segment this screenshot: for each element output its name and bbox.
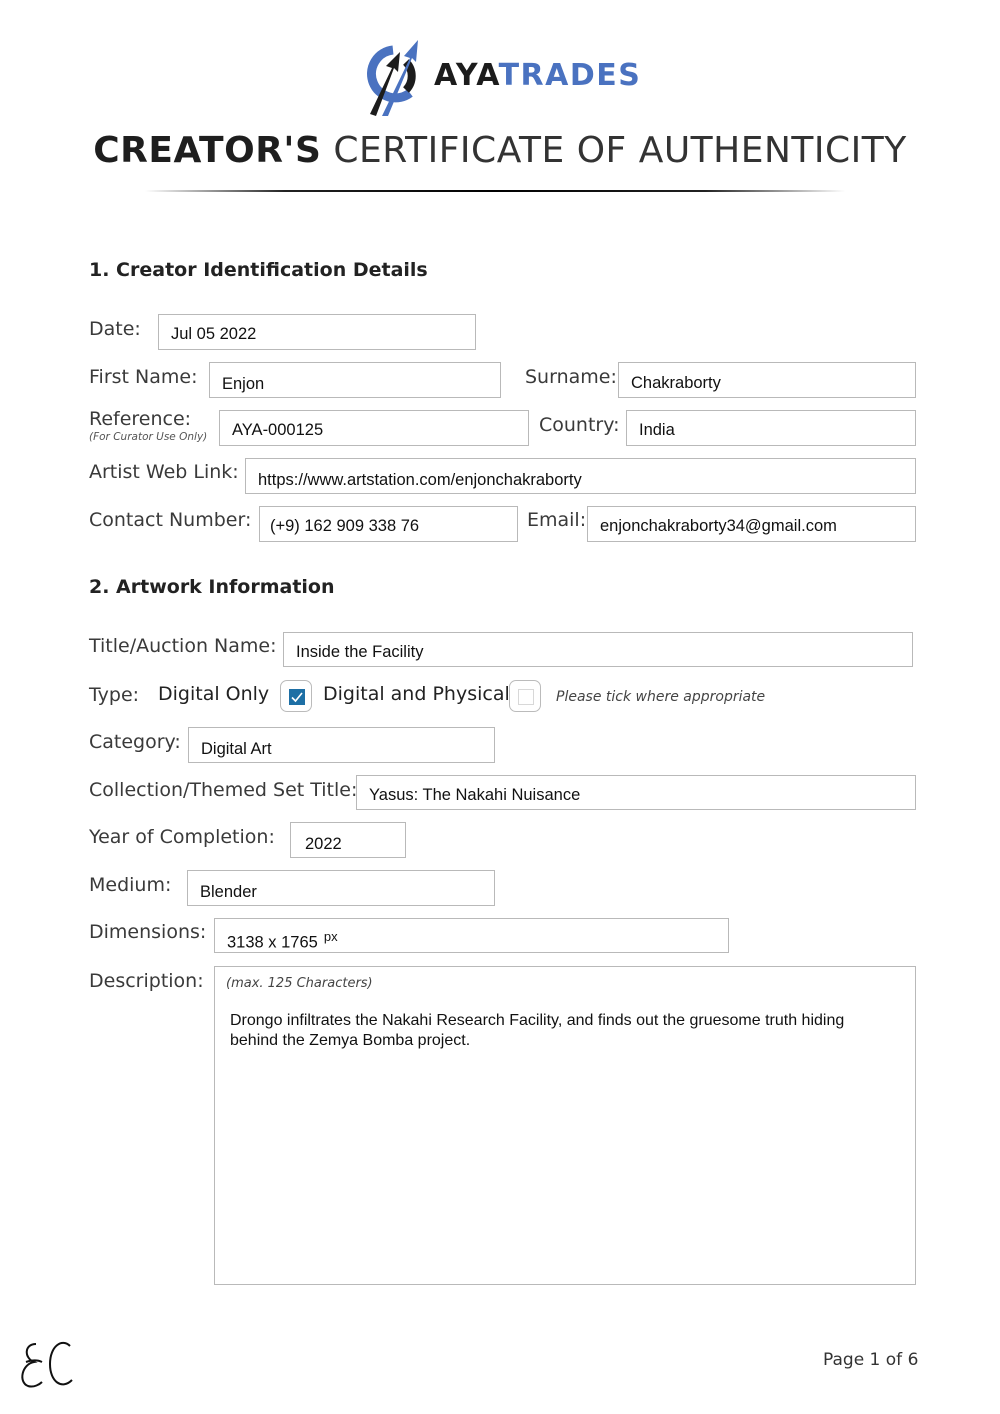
signature xyxy=(16,1338,78,1398)
title-label: Title/Auction Name: xyxy=(89,635,277,657)
medium-label: Medium: xyxy=(89,874,172,896)
checkmark-icon xyxy=(291,692,303,703)
type-option-digital-only-label: Digital Only xyxy=(158,683,270,705)
category-label: Category: xyxy=(89,731,181,753)
digital-only-checkbox[interactable] xyxy=(280,680,312,712)
year-field[interactable]: 2022 xyxy=(290,822,406,858)
title-field[interactable]: Inside the Facility xyxy=(283,632,913,667)
section-heading-artwork: 2. Artwork Information xyxy=(89,576,335,598)
brand-name: AYATRADES xyxy=(434,58,641,93)
contact-number-field[interactable]: (+9) 162 909 338 76 xyxy=(259,506,518,542)
web-link-field[interactable]: https://www.artstation.com/enjonchakrabo… xyxy=(245,458,916,494)
description-label: Description: xyxy=(89,970,204,992)
type-option-digital-physical-label: Digital and Physical xyxy=(323,683,510,705)
first-name-label: First Name: xyxy=(89,366,198,388)
dimensions-value: 3138 x 1765 xyxy=(227,933,318,952)
page-title-bold: CREATOR'S xyxy=(93,130,322,171)
surname-field[interactable]: Chakraborty xyxy=(618,362,916,398)
type-label: Type: xyxy=(89,684,140,706)
dimensions-field[interactable]: 3138 x 1765 px xyxy=(214,918,729,953)
description-text: Drongo infiltrates the Nakahi Research F… xyxy=(230,1012,845,1049)
checkbox-fill xyxy=(518,689,534,705)
year-label: Year of Completion: xyxy=(89,826,275,848)
page-title-light: CERTIFICATE OF AUTHENTICITY xyxy=(333,130,907,171)
first-name-field[interactable]: Enjon xyxy=(209,362,501,398)
collection-label: Collection/Themed Set Title: xyxy=(89,779,358,801)
dimensions-label: Dimensions: xyxy=(89,921,207,943)
medium-field[interactable]: Blender xyxy=(187,870,495,906)
date-field[interactable]: Jul 05 2022 xyxy=(158,314,476,350)
dimensions-unit: px xyxy=(323,929,338,944)
brand-logo: AYATRADES xyxy=(362,38,642,118)
country-label: Country: xyxy=(539,414,620,436)
email-label: Email: xyxy=(527,509,587,531)
description-field[interactable]: (max. 125 Characters) Drongo infiltrates… xyxy=(214,966,916,1285)
brand-name-part2: TRADES xyxy=(498,58,642,93)
country-field[interactable]: India xyxy=(626,410,916,446)
section-heading-creator: 1. Creator Identification Details xyxy=(89,259,428,281)
reference-field[interactable]: AYA-000125 xyxy=(219,410,529,446)
brand-name-part1: AYA xyxy=(434,58,499,93)
contact-number-label: Contact Number: xyxy=(89,509,252,531)
page-title: CREATOR'S CERTIFICATE OF AUTHENTICITY xyxy=(0,130,1000,171)
reference-sublabel: (For Curator Use Only) xyxy=(89,431,208,443)
collection-field[interactable]: Yasus: The Nakahi Nuisance xyxy=(356,775,916,810)
page-number: Page 1 of 6 xyxy=(823,1350,919,1370)
web-link-label: Artist Web Link: xyxy=(89,461,239,483)
description-hint: (max. 125 Characters) xyxy=(226,976,373,991)
type-hint: Please tick where appropriate xyxy=(556,689,766,705)
signature-initials-icon xyxy=(21,1341,73,1388)
category-field[interactable]: Digital Art xyxy=(188,727,495,763)
date-label: Date: xyxy=(89,318,141,340)
digital-physical-checkbox[interactable] xyxy=(509,680,541,712)
surname-label: Surname: xyxy=(525,366,617,388)
checkbox-fill xyxy=(289,689,305,705)
ayatrades-logo-icon xyxy=(367,40,418,116)
title-divider xyxy=(145,190,845,192)
reference-label: Reference: xyxy=(89,408,192,430)
email-field[interactable]: enjonchakraborty34@gmail.com xyxy=(587,506,916,542)
